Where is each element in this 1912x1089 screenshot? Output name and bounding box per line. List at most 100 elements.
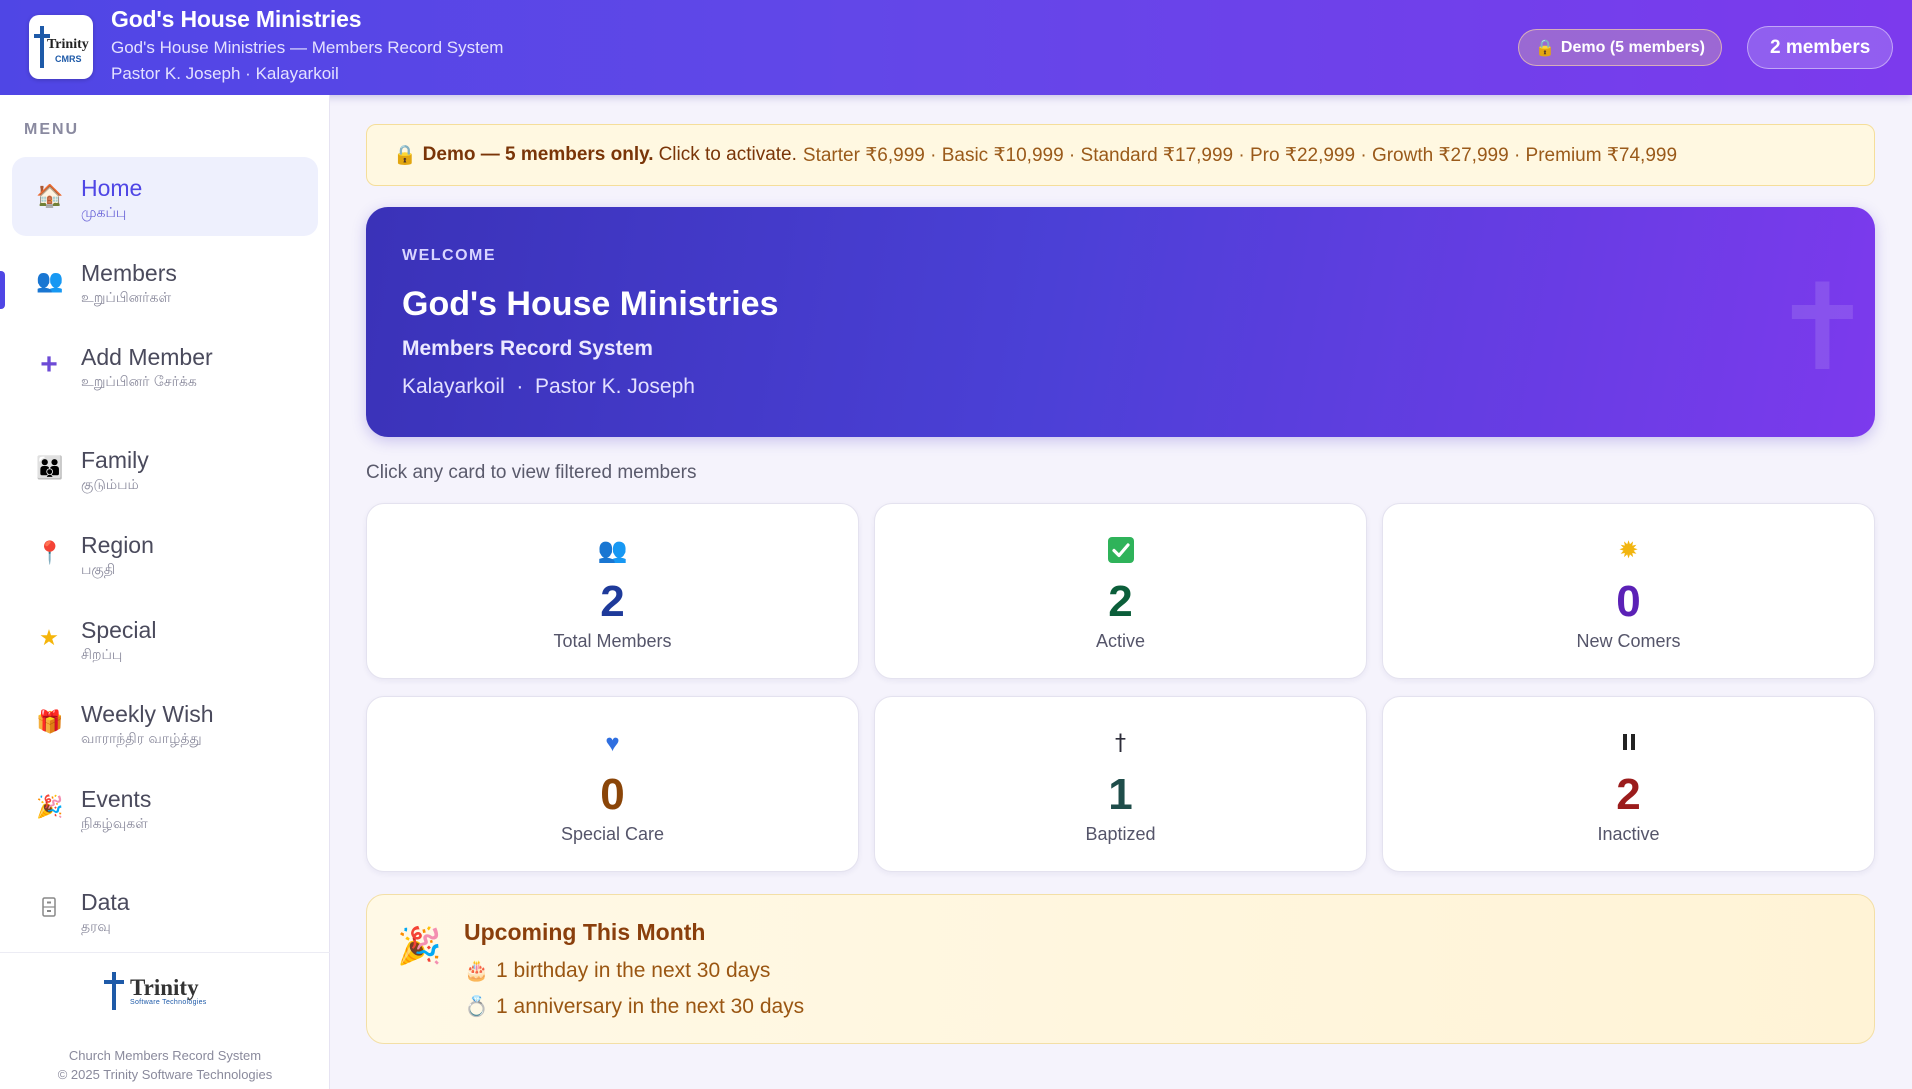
cards-hint: Click any card to view filtered members xyxy=(366,462,697,483)
stat-label: Baptized xyxy=(1085,824,1156,844)
sidebar-item-label: Weekly Wish xyxy=(81,701,214,727)
sidebar-item-add-member[interactable]: + Add Member உறுப்பினர் சேர்க்க xyxy=(12,326,318,405)
stat-value: 0 xyxy=(600,770,625,819)
sidebar-item-region[interactable]: 📍 Region பகுதி xyxy=(12,514,318,593)
welcome-location: Kalayarkoil · Pastor K. Joseph xyxy=(402,375,695,398)
stat-label: Special Care xyxy=(560,824,665,844)
app-logo[interactable]: Trinity CMRS xyxy=(29,15,93,79)
sidebar-item-label: Add Member xyxy=(81,344,213,370)
footer-brand: Trinity xyxy=(130,974,199,1000)
cabinet-icon xyxy=(36,897,62,923)
sidebar-item-sublabel: வாராந்திர வாழ்த்து xyxy=(81,731,202,747)
sidebar: MENU 🏠 Home முகப்பு 👥 Members உறுப்பினர்… xyxy=(0,95,330,1089)
sidebar-item-home[interactable]: 🏠 Home முகப்பு xyxy=(12,157,318,236)
stat-label: New Comers xyxy=(1576,631,1681,651)
upcoming-title: Upcoming This Month xyxy=(464,919,706,945)
members-icon: 👥 xyxy=(597,537,628,564)
activate-link[interactable]: Click to activate. xyxy=(659,144,797,166)
stat-card-active[interactable]: 2 Active xyxy=(874,503,1367,679)
sidebar-item-sublabel: குடும்பம் xyxy=(81,477,139,493)
stat-card-total-members[interactable]: 👥 2 Total Members xyxy=(366,503,859,679)
sidebar-item-sublabel: சிறப்பு xyxy=(81,647,123,663)
demo-badge[interactable]: 🔒 Demo (5 members) xyxy=(1518,29,1722,66)
footer-brand-sub: Software Technologies xyxy=(130,998,207,1006)
svg-text:Trinity: Trinity xyxy=(47,37,89,52)
sidebar-item-label: Data xyxy=(81,889,130,915)
welcome-subtitle: Members Record System xyxy=(402,337,653,360)
welcome-kicker: WELCOME xyxy=(402,247,497,264)
sidebar-item-weekly-wish[interactable]: 🎁 Weekly Wish வாராந்திர வாழ்த்து xyxy=(12,683,318,762)
stat-value: 2 xyxy=(1108,577,1133,626)
stat-value: 2 xyxy=(1616,770,1641,819)
sidebar-item-special[interactable]: ★ Special சிறப்பு xyxy=(12,599,318,678)
stat-card-inactive[interactable]: 2 Inactive xyxy=(1382,696,1875,872)
pricing-list: Starter ₹6,999 · Basic ₹10,999 · Standar… xyxy=(802,144,1678,166)
party-icon: 🎉 xyxy=(397,925,442,966)
stat-value: 2 xyxy=(600,577,625,626)
demo-activation-banner[interactable]: 🔒 Demo — 5 members only. Click to activa… xyxy=(366,124,1875,186)
sparkle-icon: ✹ xyxy=(1618,537,1639,564)
sidebar-footer: Trinity Software Technologies Church Mem… xyxy=(0,952,330,1089)
ring-icon: 💍 xyxy=(464,996,489,1018)
upcoming-anniversary-text: 1 anniversary in the next 30 days xyxy=(496,994,805,1018)
sidebar-item-data[interactable]: Data தரவு xyxy=(12,871,318,950)
star-icon: ★ xyxy=(39,625,59,650)
footer-product-name: Church Members Record System xyxy=(68,1048,262,1063)
sidebar-item-label: Home xyxy=(81,175,143,201)
upcoming-this-month-card[interactable]: 🎉 Upcoming This Month 🎂 1 birthday in th… xyxy=(366,894,1875,1044)
active-indicator xyxy=(0,271,5,309)
welcome-title: God's House Ministries xyxy=(402,285,779,323)
sidebar-item-sublabel: தரவு xyxy=(81,919,111,935)
sidebar-item-label: Members xyxy=(81,260,177,286)
stat-label: Inactive xyxy=(1597,824,1660,844)
stat-label: Total Members xyxy=(553,631,672,651)
app-subtitle: God's House Ministries — Members Record … xyxy=(111,38,504,57)
sidebar-item-sublabel: முகப்பு xyxy=(81,205,127,221)
cake-icon: 🎂 xyxy=(464,960,489,982)
upcoming-birthday-text: 1 birthday in the next 30 days xyxy=(496,958,771,982)
sidebar-item-sublabel: நிகழ்வுகள் xyxy=(81,816,148,832)
app-title: God's House Ministries xyxy=(111,6,362,32)
sidebar-item-sublabel: உறுப்பினர் சேர்க்க xyxy=(81,374,197,390)
top-header: Trinity CMRS God's House Ministries God'… xyxy=(0,0,1912,95)
stat-value: 0 xyxy=(1616,577,1641,626)
stat-label: Active xyxy=(1095,631,1146,651)
demo-banner-lead: Demo — 5 members only. xyxy=(422,144,654,165)
home-icon: 🏠 xyxy=(36,183,64,208)
cross-watermark-icon: ✝ xyxy=(1772,259,1873,398)
members-count-badge[interactable]: 2 members xyxy=(1747,26,1894,69)
sidebar-item-sublabel: உறுப்பினர்கள் xyxy=(81,290,172,306)
sidebar-item-label: Family xyxy=(81,447,149,473)
party-icon: 🎉 xyxy=(36,794,64,819)
upcoming-birthday: 🎂 1 birthday in the next 30 days xyxy=(464,958,770,983)
gift-icon: 🎁 xyxy=(36,709,64,734)
stat-card-special-care[interactable]: ♥ 0 Special Care xyxy=(366,696,859,872)
members-icon: 👥 xyxy=(36,268,64,293)
sidebar-item-sublabel: பகுதி xyxy=(81,562,116,578)
stat-card-new-comers[interactable]: ✹ 0 New Comers xyxy=(1382,503,1875,679)
lock-icon: 🔒 xyxy=(393,145,417,166)
sidebar-item-label: Events xyxy=(81,786,152,812)
lock-icon: 🔒 xyxy=(1535,39,1555,57)
check-icon xyxy=(875,536,1366,566)
svg-text:CMRS: CMRS xyxy=(55,54,82,64)
sidebar-item-members[interactable]: 👥 Members உறுப்பினர்கள் xyxy=(12,242,318,321)
footer-logo: Trinity Software Technologies xyxy=(102,971,207,1011)
trinity-logo-icon: Trinity CMRS xyxy=(34,26,89,68)
footer-copyright: © 2025 Trinity Software Technologies xyxy=(57,1067,273,1082)
sidebar-item-family[interactable]: 👪 Family குடும்பம் xyxy=(12,429,318,508)
pin-icon: 📍 xyxy=(36,540,64,565)
menu-heading: MENU xyxy=(24,121,80,138)
demo-badge-label: Demo (5 members) xyxy=(1560,38,1705,56)
sidebar-item-label: Region xyxy=(81,532,154,558)
welcome-card: WELCOME God's House Ministries Members R… xyxy=(366,207,1875,437)
cross-icon: † xyxy=(1115,731,1126,756)
stat-value: 1 xyxy=(1108,770,1133,819)
stat-card-baptized[interactable]: † 1 Baptized xyxy=(874,696,1367,872)
family-icon: 👪 xyxy=(36,455,64,480)
sidebar-item-events[interactable]: 🎉 Events நிகழ்வுகள் xyxy=(12,768,318,847)
pause-icon xyxy=(1383,729,1874,759)
sidebar-item-label: Special xyxy=(81,617,157,643)
upcoming-anniversary: 💍 1 anniversary in the next 30 days xyxy=(464,994,804,1019)
pastor-line: Pastor K. Joseph · Kalayarkoil xyxy=(111,64,339,83)
